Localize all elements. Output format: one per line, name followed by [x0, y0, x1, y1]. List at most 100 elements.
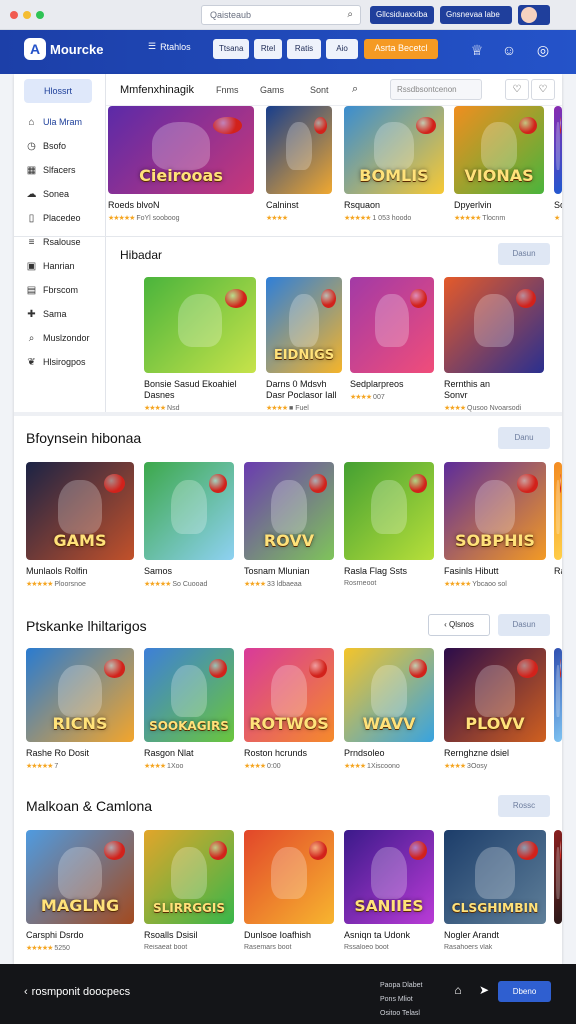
- game-thumbnail[interactable]: PLOVV: [444, 648, 546, 742]
- game-card[interactable]: [554, 648, 562, 742]
- minimize-dot-icon[interactable]: [23, 11, 31, 19]
- game-card[interactable]: WAVV Prndsoleo ★★★★ 1Xiscoono: [344, 648, 434, 770]
- game-card[interactable]: Bonsie Sasud Ekoahiel Dasnes ★★★★ Nsd: [144, 277, 256, 412]
- game-title[interactable]: Rernghzne dsiel: [444, 748, 546, 758]
- game-thumbnail[interactable]: EIDNIGS: [266, 277, 342, 373]
- game-title[interactable]: Rsoalls Dsisil: [144, 930, 234, 940]
- game-thumbnail[interactable]: WAVV: [344, 648, 434, 742]
- back-link[interactable]: ‹ rosmponit doocpecs: [24, 986, 130, 998]
- game-thumbnail[interactable]: CLSGHIMBIN: [444, 830, 546, 924]
- nav-pill-3[interactable]: Ratis: [287, 39, 321, 59]
- sidebar-home-button[interactable]: Hlossrt: [24, 79, 92, 103]
- game-thumbnail[interactable]: MAGLNG: [26, 830, 134, 924]
- game-title[interactable]: Dunlsoe Ioafhish: [244, 930, 334, 940]
- game-thumbnail[interactable]: [554, 830, 562, 924]
- search-icon[interactable]: ⌕: [352, 83, 358, 96]
- game-thumbnail[interactable]: [554, 106, 562, 194]
- sidebar-item[interactable]: ▦ Slfacers: [26, 162, 76, 178]
- nav-pill-4[interactable]: Aio: [326, 39, 358, 59]
- game-title[interactable]: Tosnam Mlunian: [244, 566, 334, 576]
- game-card[interactable]: SLIRRGGIS Rsoalls Dsisil Reisaeat boot: [144, 830, 234, 951]
- game-card[interactable]: [554, 830, 562, 924]
- game-title[interactable]: Fasinls Hibutt: [444, 566, 546, 576]
- game-thumbnail[interactable]: [554, 462, 562, 560]
- footer-link[interactable]: Pons Mliot: [380, 993, 422, 1007]
- sidebar-item[interactable]: ▯ Placedeo: [26, 210, 81, 226]
- tab-2[interactable]: Gams: [260, 85, 284, 95]
- game-thumbnail[interactable]: [344, 462, 434, 560]
- user-avatar[interactable]: [518, 5, 550, 25]
- game-title[interactable]: Roeds blvoN: [108, 200, 254, 210]
- game-title[interactable]: Rernthis an: [444, 379, 544, 389]
- sidebar-item[interactable]: ◷ Bsofo: [26, 138, 66, 154]
- game-title[interactable]: Sedplarpreos: [350, 379, 434, 389]
- game-card[interactable]: Rernthis an Sonvr ★★★★ Qusoo Nvoarsodi: [444, 277, 544, 412]
- game-title[interactable]: Rasgon Nlat: [144, 748, 234, 758]
- footer-cta-button[interactable]: Dbeno: [498, 981, 551, 1002]
- game-title[interactable]: Prndsoleo: [344, 748, 434, 758]
- trophy-icon[interactable]: ♕: [467, 40, 487, 60]
- tab-1[interactable]: Fnms: [216, 85, 239, 95]
- game-card[interactable]: Dunlsoe Ioafhish Rasemars boot: [244, 830, 334, 951]
- game-card[interactable]: PLOVV Rernghzne dsiel ★★★★ 3Oosy: [444, 648, 546, 770]
- game-thumbnail[interactable]: [244, 830, 334, 924]
- game-thumbnail[interactable]: [444, 277, 544, 373]
- game-card[interactable]: So ★: [554, 106, 562, 222]
- game-thumbnail[interactable]: SANIIES: [344, 830, 434, 924]
- share-icon[interactable]: ➤: [476, 983, 492, 999]
- game-card[interactable]: MAGLNG Carsphi Dsrdo ★★★★★ 5250: [26, 830, 134, 952]
- sidebar-item[interactable]: ⌕ Muslzondor: [26, 330, 90, 346]
- game-card[interactable]: Rasla Flag Ssts Rosrneoot: [344, 462, 434, 587]
- game-title[interactable]: Calninst: [266, 200, 332, 210]
- see-all-button[interactable]: Dasun: [498, 243, 550, 265]
- game-title[interactable]: Nogler Arandt: [444, 930, 546, 940]
- game-title[interactable]: Asniqn ta Udonk: [344, 930, 434, 940]
- game-thumbnail[interactable]: ROTWOS: [244, 648, 334, 742]
- nav-pill-1[interactable]: Ttsana: [213, 39, 249, 59]
- see-all-button[interactable]: Danu: [498, 427, 550, 449]
- game-card[interactable]: GAMS Munlaols Rolfin ★★★★★ Ploorsnoe: [26, 462, 134, 588]
- settings-icon[interactable]: ◎: [533, 40, 553, 60]
- filter-button[interactable]: ‹ Qlsnos: [428, 614, 490, 636]
- game-thumbnail[interactable]: [350, 277, 434, 373]
- game-card[interactable]: Ra: [554, 462, 562, 576]
- search-icon[interactable]: ⌕: [347, 9, 353, 20]
- game-thumbnail[interactable]: RICNS: [26, 648, 134, 742]
- game-card[interactable]: CLSGHIMBIN Nogler Arandt Rasahoers vlak: [444, 830, 546, 951]
- profile-chip[interactable]: Gnsnevaa labe: [440, 6, 512, 24]
- game-title[interactable]: Bonsie Sasud Ekoahiel: [144, 379, 256, 389]
- footer-link[interactable]: Paopa Dlabet: [380, 979, 422, 993]
- game-thumbnail[interactable]: SOBPHIS: [444, 462, 546, 560]
- sidebar-item[interactable]: ▣ Hanrian: [26, 258, 75, 274]
- game-title[interactable]: Rsquaon: [344, 200, 444, 210]
- sidebar-item[interactable]: ❦ Hlsirogpos: [26, 354, 85, 370]
- game-title[interactable]: Darns 0 Mdsvh: [266, 379, 342, 389]
- game-card[interactable]: BOMLIS Rsquaon ★★★★★ 1 053 hoodo: [344, 106, 444, 222]
- footer-link[interactable]: Ositoo Telasl: [380, 1007, 422, 1021]
- game-thumbnail[interactable]: SLIRRGGIS: [144, 830, 234, 924]
- favorite-button[interactable]: ♡: [505, 79, 529, 100]
- game-title[interactable]: Carsphi Dsrdo: [26, 930, 134, 940]
- like-button[interactable]: ♡: [531, 79, 555, 100]
- search-input[interactable]: Rssdbsontcenon: [390, 79, 482, 100]
- game-thumbnail[interactable]: SOOKAGIRS: [144, 648, 234, 742]
- character-icon[interactable]: ☺: [499, 40, 519, 60]
- game-card[interactable]: SOBPHIS Fasinls Hibutt ★★★★★ Ybcaoo sol: [444, 462, 546, 588]
- maximize-dot-icon[interactable]: [36, 11, 44, 19]
- game-card[interactable]: VIONAS Dpyerlvin ★★★★★ Tlocnm: [454, 106, 544, 222]
- site-logo[interactable]: A Mourcke: [24, 38, 103, 60]
- game-title[interactable]: Munlaols Rolfin: [26, 566, 134, 576]
- game-title[interactable]: Roston hcrunds: [244, 748, 334, 758]
- game-thumbnail[interactable]: ROVV: [244, 462, 334, 560]
- game-card[interactable]: SOOKAGIRS Rasgon Nlat ★★★★ 1Xoo: [144, 648, 234, 770]
- game-card[interactable]: ROVV Tosnam Mlunian ★★★★ 33 ldbaeaa: [244, 462, 334, 588]
- game-title[interactable]: Rashe Ro Dosit: [26, 748, 134, 758]
- game-card[interactable]: EIDNIGS Darns 0 Mdsvh Dasr Poclasor Iall ★★…: [266, 277, 342, 412]
- game-thumbnail[interactable]: [144, 277, 256, 373]
- game-title[interactable]: Ra: [554, 566, 562, 576]
- game-card[interactable]: Sedplarpreos ★★★★ 007: [350, 277, 434, 401]
- game-thumbnail[interactable]: [266, 106, 332, 194]
- game-card[interactable]: SANIIES Asniqn ta Udonk Rssaloeo boot: [344, 830, 434, 951]
- game-card[interactable]: Samos ★★★★★ So Cuooad: [144, 462, 234, 588]
- game-thumbnail[interactable]: Cieirooas: [108, 106, 254, 194]
